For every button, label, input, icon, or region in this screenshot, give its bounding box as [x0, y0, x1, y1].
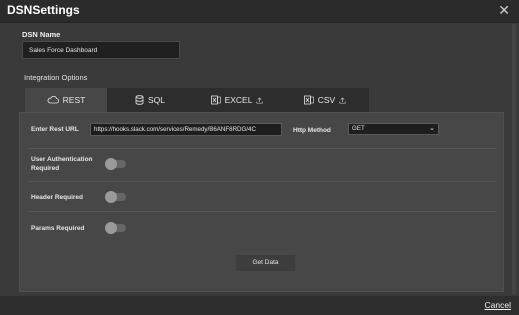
divider — [28, 211, 496, 212]
tab-label: EXCEL — [224, 95, 253, 105]
params-required-toggle[interactable] — [105, 222, 126, 234]
tab-label: CSV — [317, 95, 336, 105]
params-required-label: Params Required — [31, 225, 85, 232]
tab-label: SQL — [147, 95, 165, 105]
toggle-knob — [105, 191, 117, 203]
scrollbar[interactable] — [512, 24, 516, 294]
tab-excel[interactable]: EXCEL — [193, 88, 281, 112]
http-method-select[interactable]: GET ⌄ — [348, 123, 439, 135]
toggle-knob — [105, 158, 117, 170]
http-method-value: GET — [352, 125, 365, 132]
integration-tabs: REST SQL EXCEL CSV — [25, 88, 369, 112]
excel-icon — [210, 95, 221, 105]
rest-settings-panel: Enter Rest URL Http Method GET ⌄ User Au… — [19, 112, 504, 292]
tab-label: REST — [62, 95, 86, 105]
dialog-title: DSNSettings — [7, 3, 80, 17]
upload-icon — [256, 97, 263, 104]
http-method-label: Http Method — [293, 127, 331, 134]
header-required-label: Header Required — [31, 194, 84, 201]
close-icon[interactable]: ✕ — [498, 2, 510, 19]
cancel-button[interactable]: Cancel — [485, 300, 511, 310]
divider — [28, 148, 496, 149]
tab-rest[interactable]: REST — [25, 88, 107, 112]
integration-options-label: Integration Options — [24, 73, 88, 82]
title-bar: DSNSettings ✕ — [0, 0, 519, 23]
user-auth-toggle[interactable] — [105, 158, 126, 170]
get-data-button[interactable]: Get Data — [236, 255, 295, 271]
user-auth-label: User Authentication Required — [31, 156, 93, 172]
dsn-name-input[interactable] — [22, 41, 180, 59]
csv-icon — [303, 95, 314, 105]
dsn-name-label: DSN Name — [22, 30, 61, 39]
database-icon — [135, 95, 144, 105]
rest-url-input[interactable] — [90, 123, 282, 136]
divider — [28, 181, 496, 182]
toggle-knob — [105, 222, 117, 234]
dialog-footer: Cancel — [0, 296, 519, 315]
header-required-toggle[interactable] — [105, 191, 126, 203]
cloud-icon — [47, 96, 59, 104]
chevron-down-icon: ⌄ — [429, 125, 435, 132]
tab-sql[interactable]: SQL — [107, 88, 193, 112]
tab-csv[interactable]: CSV — [281, 88, 369, 112]
rest-url-label: Enter Rest URL — [31, 126, 79, 133]
upload-icon — [339, 97, 346, 104]
